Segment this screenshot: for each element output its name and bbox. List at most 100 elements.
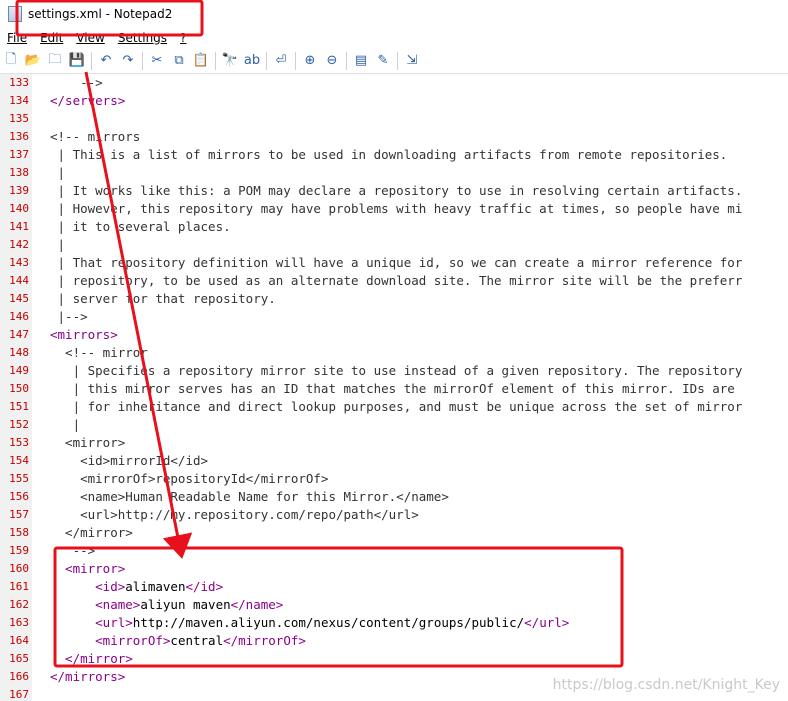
code-text: | This is a list of mirrors to be used i… bbox=[50, 146, 728, 164]
line-number: 165 bbox=[9, 652, 29, 665]
toolbar-separator bbox=[266, 51, 267, 70]
line-number: 150 bbox=[9, 382, 29, 395]
code-line: 153 <mirror> bbox=[0, 434, 788, 452]
line-number: 159 bbox=[9, 544, 29, 557]
line-number: 136 bbox=[9, 130, 29, 143]
code-text: <mirror> bbox=[50, 434, 125, 452]
browse-icon[interactable]: 🗀 bbox=[44, 51, 66, 71]
xml-tag: </mirrorOf> bbox=[223, 633, 306, 648]
zoom-out-icon[interactable]: ⊖ bbox=[321, 51, 343, 71]
line-number: 155 bbox=[9, 472, 29, 485]
xml-tag: <mirrors> bbox=[50, 327, 118, 342]
toolbar: 🗋 📂 🗀 💾 ↶ ↷ ✂ ⧉ 📋 🔭 ab ⏎ ⊕ ⊖ ▤ ✎ ⇲ bbox=[0, 48, 788, 74]
xml-comment: | this mirror serves has an ID that matc… bbox=[50, 381, 735, 396]
xml-comment: </mirror> bbox=[50, 525, 133, 540]
menu-item[interactable]: ? bbox=[173, 31, 192, 45]
code-line: 160 <mirror> bbox=[0, 560, 788, 578]
redo-icon[interactable]: ↷ bbox=[117, 51, 139, 71]
code-text: </mirror> bbox=[50, 650, 133, 668]
code-text: --> bbox=[50, 542, 96, 560]
xml-tag: <url> bbox=[50, 615, 133, 630]
code-line: 135 bbox=[0, 110, 788, 128]
xml-tag: </mirror> bbox=[50, 651, 133, 666]
scheme-icon[interactable]: ▤ bbox=[350, 51, 372, 71]
cut-icon[interactable]: ✂ bbox=[146, 51, 168, 71]
code-text: | bbox=[50, 236, 66, 254]
line-number: 147 bbox=[9, 328, 29, 341]
code-text: | this mirror serves has an ID that matc… bbox=[50, 380, 735, 398]
menu-item[interactable]: Edit bbox=[33, 31, 69, 45]
watermark: https://blog.csdn.net/Knight_Key bbox=[552, 677, 780, 693]
save-icon[interactable]: 💾 bbox=[66, 51, 88, 71]
find-icon[interactable]: 🔭 bbox=[219, 51, 241, 71]
line-number: 144 bbox=[9, 274, 29, 287]
undo-icon[interactable]: ↶ bbox=[95, 51, 117, 71]
code-text: | However, this repository may have prob… bbox=[50, 200, 743, 218]
line-number: 141 bbox=[9, 220, 29, 233]
menu-bar: File Edit View Settings? bbox=[0, 28, 788, 48]
code-text: <url>http://maven.aliyun.com/nexus/conte… bbox=[50, 614, 569, 632]
toolbar-separator bbox=[142, 51, 143, 70]
line-number: 148 bbox=[9, 346, 29, 359]
menu-item[interactable]: Settings bbox=[111, 31, 173, 45]
code-line: 158 </mirror> bbox=[0, 524, 788, 542]
line-number: 146 bbox=[9, 310, 29, 323]
line-number: 149 bbox=[9, 364, 29, 377]
xml-comment: <url>http://my.repository.com/repo/path<… bbox=[50, 507, 419, 522]
code-line: 145 | server for that repository. bbox=[0, 290, 788, 308]
xml-tag: </mirrors> bbox=[50, 669, 126, 684]
code-text: <mirrors> bbox=[50, 326, 118, 344]
code-line: 146 |--> bbox=[0, 308, 788, 326]
line-number: 164 bbox=[9, 634, 29, 647]
paste-icon[interactable]: 📋 bbox=[190, 51, 212, 71]
line-number: 135 bbox=[9, 112, 29, 125]
menu-item[interactable]: File bbox=[0, 31, 33, 45]
toolbar-separator bbox=[91, 51, 92, 70]
line-number: 157 bbox=[9, 508, 29, 521]
code-line: 151 | for inheritance and direct lookup … bbox=[0, 398, 788, 416]
code-line: 156 <name>Human Readable Name for this M… bbox=[0, 488, 788, 506]
title-bar: settings.xml - Notepad2 bbox=[0, 0, 788, 28]
xml-comment: <!-- mirrors bbox=[50, 129, 141, 144]
notepad-app-icon bbox=[8, 6, 22, 22]
xml-comment: <mirror> bbox=[50, 435, 126, 450]
code-line: 143 | That repository definition will ha… bbox=[0, 254, 788, 272]
open-icon[interactable]: 📂 bbox=[22, 51, 44, 71]
customize-icon[interactable]: ✎ bbox=[372, 51, 394, 71]
line-number: 138 bbox=[9, 166, 29, 179]
wordwrap-icon[interactable]: ⏎ bbox=[270, 51, 292, 71]
xml-comment: | However, this repository may have prob… bbox=[50, 201, 743, 216]
line-number: 167 bbox=[9, 688, 29, 701]
xml-tag: <id> bbox=[50, 579, 126, 594]
text-editor[interactable]: 133 --> 134 </servers> 135 136 <!-- mirrors 13… bbox=[0, 74, 788, 701]
code-text: --> bbox=[50, 74, 103, 92]
toolbar-separator bbox=[397, 51, 398, 70]
code-text: <name>Human Readable Name for this Mirro… bbox=[50, 488, 449, 506]
code-line: 140 | However, this repository may have … bbox=[0, 200, 788, 218]
copy-icon[interactable]: ⧉ bbox=[168, 51, 190, 71]
code-line: 138 | bbox=[0, 164, 788, 182]
exit-icon[interactable]: ⇲ bbox=[401, 51, 423, 71]
code-line: 164 <mirrorOf>central</mirrorOf> bbox=[0, 632, 788, 650]
line-number: 161 bbox=[9, 580, 29, 593]
code-line: 144 | repository, to be used as an alter… bbox=[0, 272, 788, 290]
code-line: 148 <!-- mirror bbox=[0, 344, 788, 362]
xml-comment: | That repository definition will have a… bbox=[50, 255, 743, 270]
code-text: | bbox=[50, 416, 81, 434]
xml-tag: </name> bbox=[230, 597, 284, 612]
code-line: 163 <url>http://maven.aliyun.com/nexus/c… bbox=[0, 614, 788, 632]
xml-value: http://maven.aliyun.com/nexus/content/gr… bbox=[132, 615, 525, 630]
code-text: | server for that repository. bbox=[50, 290, 276, 308]
replace-icon[interactable]: ab bbox=[241, 51, 263, 71]
menu-item[interactable]: View bbox=[69, 31, 110, 45]
line-number: 151 bbox=[9, 400, 29, 413]
code-text: <mirrorOf>repositoryId</mirrorOf> bbox=[50, 470, 328, 488]
xml-comment: | This is a list of mirrors to be used i… bbox=[50, 147, 728, 162]
code-text: <!-- mirrors bbox=[50, 128, 140, 146]
xml-comment: | server for that repository. bbox=[50, 291, 276, 306]
code-text: </servers> bbox=[50, 92, 125, 110]
code-text: <!-- mirror bbox=[50, 344, 148, 362]
zoom-in-icon[interactable]: ⊕ bbox=[299, 51, 321, 71]
new-icon[interactable]: 🗋 bbox=[0, 51, 22, 71]
line-number: 142 bbox=[9, 238, 29, 251]
